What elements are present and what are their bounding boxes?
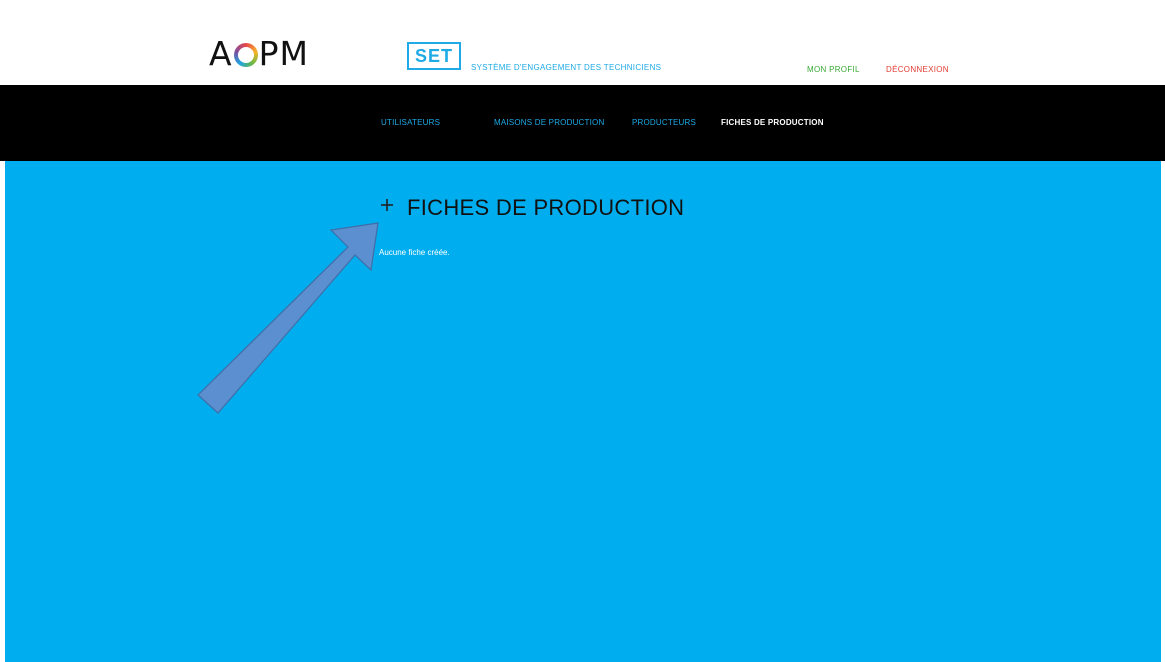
logo-ring-icon [234, 43, 258, 67]
header: A PM SET SYSTÈME D'ENGAGEMENT DES TECHNI… [0, 0, 1165, 85]
logo-text-prefix: A [209, 34, 233, 73]
main-content: FICHES DE PRODUCTION Aucune fiche créée. [5, 161, 1161, 662]
nav-item-producers[interactable]: PRODUCTEURS [632, 118, 696, 127]
set-badge[interactable]: SET [407, 42, 461, 70]
nav-item-production-houses[interactable]: MAISONS DE PRODUCTION [494, 118, 604, 127]
app-tagline: SYSTÈME D'ENGAGEMENT DES TECHNICIENS [471, 63, 662, 72]
aqpm-logo[interactable]: A PM [209, 36, 309, 72]
nav-item-users[interactable]: UTILISATEURS [381, 118, 440, 127]
page: A PM SET SYSTÈME D'ENGAGEMENT DES TECHNI… [0, 0, 1165, 662]
nav-item-production-sheets[interactable]: FICHES DE PRODUCTION [721, 118, 824, 127]
plus-icon[interactable] [377, 195, 397, 215]
main-nav: UTILISATEURS MAISONS DE PRODUCTION PRODU… [0, 85, 1165, 161]
profile-link[interactable]: MON PROFIL [807, 65, 860, 74]
arrow-icon [197, 222, 379, 414]
logout-link[interactable]: DÉCONNEXION [886, 65, 949, 74]
page-title: FICHES DE PRODUCTION [407, 195, 685, 220]
logo-text-suffix: PM [258, 34, 309, 73]
